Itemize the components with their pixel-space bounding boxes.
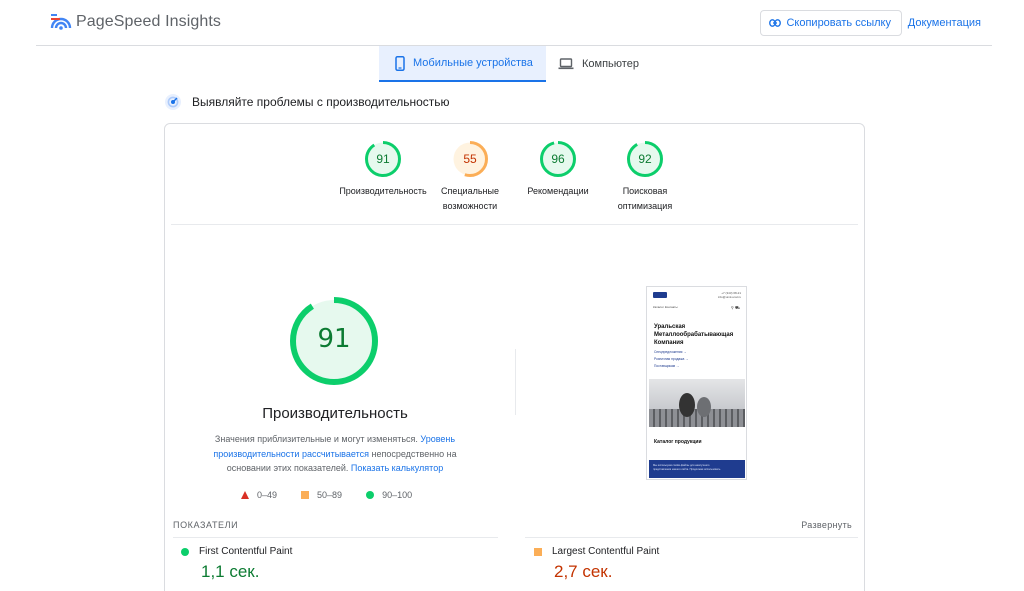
report-card: 91 Производительность 55 Специальные возм…	[164, 123, 865, 591]
vertical-divider	[515, 349, 516, 415]
site-heading: Уральская Металлообрабатывающая Компания	[654, 324, 734, 346]
site-links: Спецпредложения → Розничная продажа → Пост…	[654, 350, 689, 368]
circle-icon	[181, 547, 189, 556]
metric-name: Largest Contentful Paint	[552, 546, 660, 557]
gauge-score: 91	[376, 152, 390, 166]
site-hero-image	[649, 379, 745, 427]
link-icon	[769, 19, 782, 27]
performance-score: 91	[317, 324, 351, 354]
expand-button[interactable]: Развернуть	[801, 520, 852, 530]
gauge-score: 96	[551, 152, 565, 166]
metric-value: 2,7 сек.	[554, 562, 613, 581]
tab-desktop-label: Компьютер	[582, 58, 639, 70]
legend-average: 50–89	[301, 490, 342, 500]
gauge-label: Поисковая оптимизация	[617, 186, 673, 211]
tab-mobile[interactable]: Мобильные устройства	[379, 46, 546, 82]
gauge-seo[interactable]: 92 Поисковая оптимизация	[600, 140, 690, 214]
site-nav: Каталог Контакты	[653, 305, 678, 309]
performance-title: Производительность	[262, 405, 408, 422]
app-title: PageSpeed Insights	[76, 13, 222, 30]
site-catalog-title: Каталог продукции	[654, 439, 702, 445]
triangle-icon	[241, 491, 249, 499]
docs-link[interactable]: Документация	[908, 17, 981, 29]
show-calculator-link[interactable]: Показать калькулятор	[351, 463, 443, 473]
site-nav-icons: ⚲ ⛟	[730, 305, 740, 310]
gauges-divider	[171, 224, 858, 225]
metric-lcp: Largest Contentful Paint 2,7 сек.	[534, 546, 659, 582]
category-gauges: 91 Производительность 55 Специальные возм…	[165, 140, 864, 220]
section-title: Выявляйте проблемы с производительностью	[192, 95, 450, 109]
phone-icon	[395, 55, 405, 71]
gauge-performance[interactable]: 91 Производительность	[338, 140, 428, 199]
gauge-score: 92	[638, 152, 652, 166]
metric-name-row: Largest Contentful Paint	[534, 546, 659, 557]
metric-value: 1,1 сек.	[201, 562, 260, 581]
metric-divider	[173, 537, 498, 538]
metric-name-row: First Contentful Paint	[181, 546, 292, 557]
copy-link-label: Скопировать ссылку	[786, 17, 891, 29]
site-contacts: +7 (343) 68-21 info@umk-ural.ru	[717, 291, 741, 299]
tab-mobile-label: Мобильные устройства	[413, 57, 533, 69]
legend-fail: 0–49	[241, 490, 277, 500]
site-logo	[653, 292, 667, 298]
gauge-score: 55	[463, 152, 477, 166]
gauge-best-practices[interactable]: 96 Рекомендации	[513, 140, 603, 199]
gauge-label: Специальные возможности	[441, 186, 499, 211]
legend-range: 0–49	[257, 490, 278, 500]
legend-range: 50–89	[317, 490, 343, 500]
metric-divider	[525, 537, 858, 538]
device-tabs: Мобильные устройства Компьютер	[379, 46, 651, 82]
pagespeed-logo-icon	[50, 14, 72, 30]
top-header: PageSpeed Insights Скопировать ссылку До…	[36, 0, 992, 46]
legend-pass: 90–100	[366, 490, 412, 500]
page-screenshot-preview[interactable]: +7 (343) 68-21 info@umk-ural.ru Каталог К…	[646, 286, 747, 480]
metric-name: First Contentful Paint	[199, 546, 293, 557]
gauge-label: Производительность	[339, 186, 427, 196]
performance-big-gauge: 91	[289, 296, 379, 386]
site-cookie-banner: Мы используем cookie-файлы для наилучшег…	[649, 460, 745, 478]
tab-desktop[interactable]: Компьютер	[546, 46, 651, 82]
gauge-label: Рекомендации	[527, 186, 589, 196]
gauge-accessibility[interactable]: 55 Специальные возможности	[425, 140, 515, 214]
section-heading: Выявляйте проблемы с производительностью	[164, 93, 450, 111]
legend-range: 90–100	[382, 490, 413, 500]
metrics-heading: ПОКАЗАТЕЛИ	[173, 520, 239, 530]
desc-text: Значения приблизительные и могут изменят…	[214, 434, 421, 444]
square-icon	[534, 547, 542, 556]
score-legend: 0–49 50–89 90–100	[241, 490, 436, 500]
copy-link-button[interactable]: Скопировать ссылку	[760, 10, 902, 36]
performance-description: Значения приблизительные и могут изменят…	[205, 432, 465, 476]
laptop-icon	[558, 58, 574, 70]
circle-icon	[366, 491, 375, 499]
gauge-icon	[165, 94, 181, 110]
metric-fcp: First Contentful Paint 1,1 сек.	[181, 546, 292, 582]
square-icon	[301, 491, 310, 499]
